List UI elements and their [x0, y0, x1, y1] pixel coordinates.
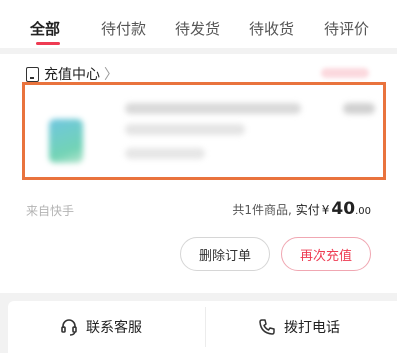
order-status-blurred	[321, 68, 369, 78]
contact-service-label: 联系客服	[86, 320, 142, 336]
order-status-tabs: 全部 待付款 待发货 待收货 待评价	[0, 0, 397, 48]
active-tab-indicator	[36, 42, 60, 45]
item-count: 共1件商品,	[232, 203, 292, 217]
product-price-blurred	[343, 103, 375, 114]
paid-label: 实付	[295, 203, 320, 217]
product-spec-blurred	[125, 124, 245, 135]
product-title-blurred	[125, 103, 301, 114]
bottom-bar-divider	[205, 307, 206, 347]
tab-pending-receipt[interactable]: 待收货	[249, 18, 294, 39]
contact-service-button[interactable]: 联系客服	[60, 317, 142, 337]
tab-pending-payment[interactable]: 待付款	[101, 18, 146, 39]
call-phone-label: 拨打电话	[284, 320, 340, 336]
delete-order-button[interactable]: 删除订单	[180, 237, 270, 271]
phone-device-icon	[26, 66, 39, 82]
headset-icon	[61, 319, 77, 336]
shop-header[interactable]: 充值中心 〉	[26, 64, 118, 84]
shop-name: 充值中心	[44, 67, 100, 83]
chevron-right-icon: 〉	[104, 67, 118, 83]
tab-all[interactable]: 全部	[30, 18, 60, 39]
amount-integer: 40	[331, 199, 356, 219]
call-phone-button[interactable]: 拨打电话	[258, 317, 340, 337]
order-total: 共1件商品, 实付 ¥ 40 .00	[232, 199, 371, 219]
currency-symbol: ¥	[321, 203, 330, 217]
tab-pending-review[interactable]: 待评价	[324, 18, 369, 39]
bottom-action-bar: 联系客服 拨打电话	[8, 301, 397, 353]
recharge-again-button[interactable]: 再次充值	[281, 237, 371, 271]
tab-pending-shipment[interactable]: 待发货	[175, 18, 220, 39]
amount-decimal: .00	[355, 206, 371, 217]
product-detail-blurred	[125, 148, 205, 159]
phone-icon	[259, 319, 275, 335]
order-card: 充值中心 〉 来自快手 共1件商品, 实付 ¥ 40 .00 删除订单 再次充值	[0, 54, 397, 293]
product-item-highlight[interactable]	[22, 82, 386, 180]
order-source: 来自快手	[26, 204, 75, 218]
product-thumbnail	[49, 119, 83, 163]
